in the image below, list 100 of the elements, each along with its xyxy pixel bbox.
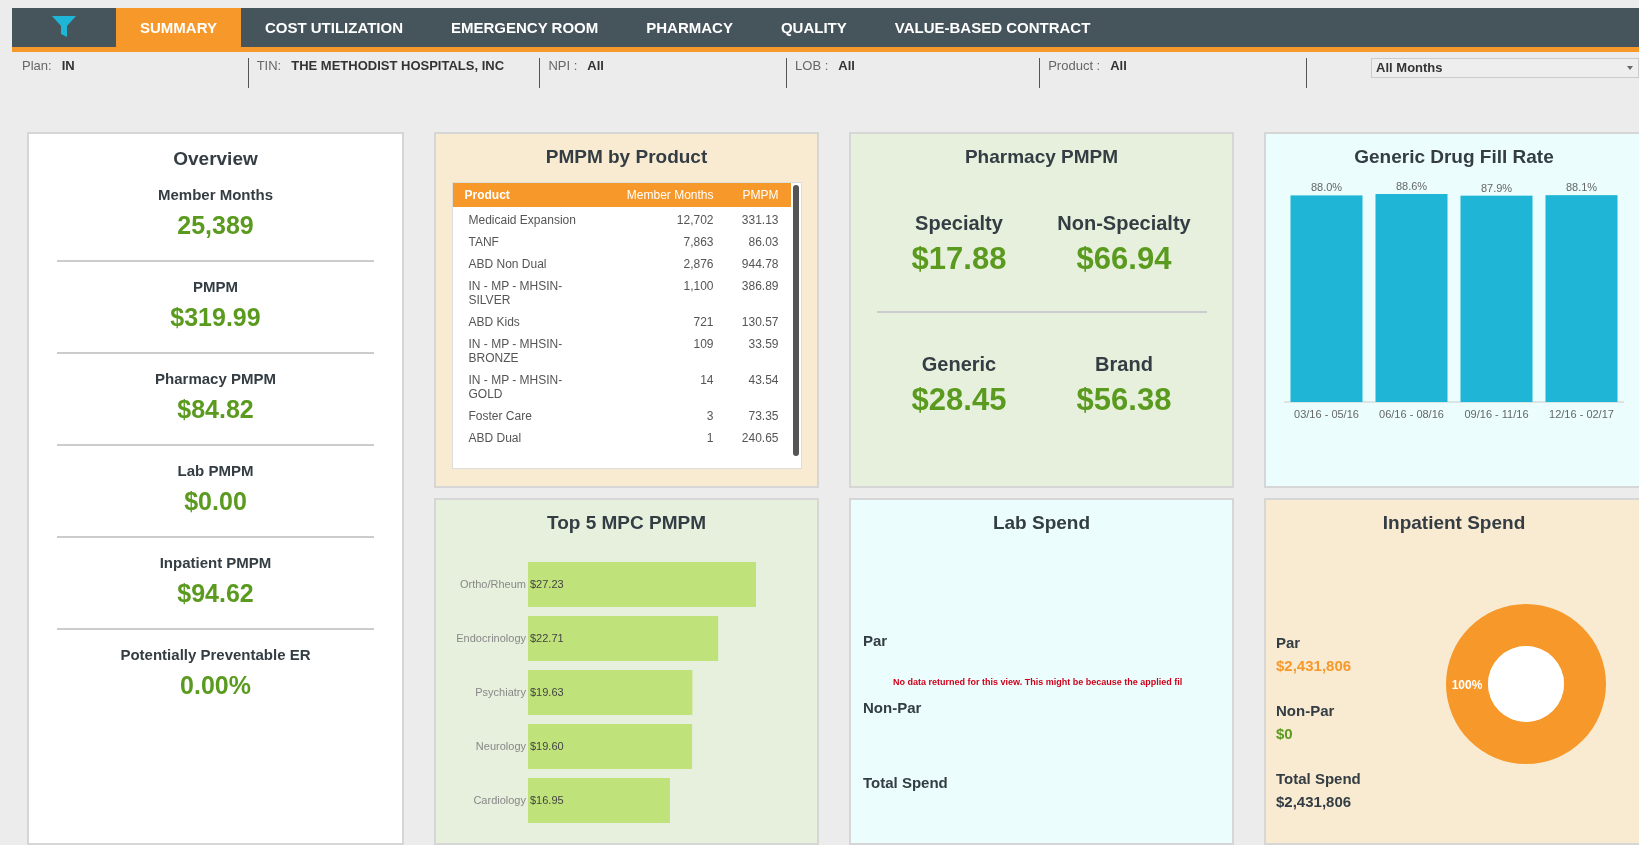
table-cell-text: 33.59 [747, 337, 780, 353]
axis-label: 06/16 - 08/16 [1379, 408, 1444, 420]
metric-label: PMPM [193, 278, 238, 295]
filter-value[interactable]: THE METHODIST HOSPITALS, INC [291, 57, 505, 88]
filter-label: NPI : [548, 57, 578, 75]
nav-tab[interactable]: QUALITY [756, 8, 871, 47]
filter-icon[interactable] [51, 15, 77, 40]
metric-label: Potentially Preventable ER [120, 646, 311, 663]
spend-value: $2,431,806 [1276, 657, 1353, 674]
metric-label: Generic [921, 353, 997, 376]
table-cell-text: ABD Non Dual [467, 257, 548, 271]
metric-label: Specialty [915, 212, 1003, 235]
filter-value[interactable]: All [587, 57, 604, 88]
spend-label: Non-Par [1276, 702, 1336, 719]
metric-label: Pharmacy PMPM [155, 370, 276, 387]
table-cell-text: ABD Kids [467, 315, 521, 329]
table-cell-text: 3 [705, 409, 715, 423]
filter-value[interactable]: IN [61, 57, 75, 88]
spend-value: $0 [1276, 725, 1294, 742]
metric-value: $319.99 [170, 303, 261, 332]
filter-value[interactable]: All [838, 57, 855, 88]
card-title: Lab Spend [992, 512, 1091, 534]
filter-label: Plan: [22, 57, 52, 75]
metric-value: $84.82 [177, 395, 254, 424]
months-dropdown[interactable]: All Months [1371, 57, 1639, 78]
filter-value[interactable]: All [1110, 57, 1127, 88]
category-label: Ortho/Rheum [459, 578, 526, 590]
metric-value: $28.45 [911, 382, 1007, 418]
metric-label: Non-Specialty [1057, 212, 1191, 235]
category-label: Neurology [475, 740, 526, 752]
nav-tab[interactable]: VALUE-BASED CONTRACT [870, 8, 1115, 47]
metric-label: Member Months [158, 186, 273, 203]
axis-label: 03/16 - 05/16 [1294, 408, 1359, 420]
table-cell-text: 2,876 [682, 257, 715, 271]
bar-value-label: $19.60 [530, 740, 564, 752]
table-cell-text: 109 [692, 337, 715, 353]
table-cell-text: TANF [467, 235, 500, 249]
filter-label: LOB : [795, 57, 829, 75]
card-title: Top 5 MPC PMPM [546, 512, 706, 534]
metric-label: Lab PMPM [177, 462, 254, 479]
metric-value: 0.00% [180, 671, 251, 700]
filter-label: TIN: [256, 57, 282, 75]
spend-label: Non-Par [863, 699, 923, 716]
nav-tab[interactable]: PHARMACY [622, 8, 757, 47]
axis-label: 09/16 - 11/16 [1464, 408, 1529, 420]
metric-value: $94.62 [177, 579, 254, 608]
table-cell-text: 43.54 [747, 373, 780, 389]
table-cell-text: IN - MP - MHSIN-SILVER [467, 279, 564, 307]
card-title: Inpatient Spend [1382, 512, 1526, 534]
bar-value-label: 88.1% [1565, 182, 1598, 194]
metric-value: $66.94 [1076, 241, 1172, 277]
bar-value-label: 87.9% [1480, 182, 1513, 194]
spend-label: Total Spend [863, 774, 949, 791]
category-label: Cardiology [473, 794, 526, 806]
table-cell-text: Foster Care [467, 409, 533, 423]
no-data-message: No data returned for this view. This might be because the applied fil [893, 677, 1184, 687]
spend-label: Total Spend [1276, 770, 1362, 787]
table-cell-text: 944.78 [740, 257, 780, 271]
table-cell-text: 7,863 [682, 235, 715, 249]
table-cell-text: 386.89 [740, 279, 780, 295]
bar-value-label: $22.71 [530, 632, 564, 644]
nav-tab[interactable]: EMERGENCY ROOM [427, 8, 623, 47]
card-title: Pharmacy PMPM [964, 146, 1119, 168]
metric-value: $17.88 [911, 241, 1007, 277]
table-cell-text: ABD Dual [467, 431, 523, 445]
nav-tab[interactable]: COST UTILIZATION [240, 8, 427, 47]
bar-value-label: $19.63 [530, 686, 564, 698]
bar-value-label: $27.23 [530, 578, 564, 590]
table-cell-text: 14 [699, 373, 715, 389]
table-cell-text: 86.03 [747, 235, 780, 249]
axis-label: 12/16 - 02/17 [1549, 408, 1614, 420]
slice-label: 100% [1451, 678, 1483, 692]
spend-label: Par [1276, 634, 1302, 651]
table-cell-text: 73.35 [747, 409, 780, 423]
table-cell-text: IN - MP - MHSIN-GOLD [467, 373, 564, 401]
scrollbar[interactable] [792, 185, 799, 456]
spend-label: Par [863, 632, 889, 649]
bar-value-label: 88.0% [1310, 182, 1343, 194]
table-cell-text: 721 [692, 315, 715, 329]
table-cell-text: Medicaid Expansion [467, 213, 577, 227]
table-cell-text: 240.65 [740, 431, 780, 445]
caret-icon [1626, 64, 1634, 71]
card-title: PMPM by Product [545, 146, 708, 168]
category-label: Endocrinology [456, 632, 526, 644]
table-cell-text: 1,100 [682, 279, 715, 295]
metric-value: $0.00 [184, 487, 247, 516]
bar-value-label: $16.95 [530, 794, 564, 806]
table-cell-text: 1 [705, 431, 715, 445]
table-cell-text: 331.13 [740, 213, 780, 227]
card-title: Generic Drug Fill Rate [1354, 146, 1554, 168]
bar-value-label: 88.6% [1395, 182, 1428, 192]
metric-label: Brand [1095, 353, 1153, 376]
metric-value: $56.38 [1076, 382, 1172, 418]
filter-label: Product : [1048, 57, 1101, 75]
spend-value: $2,431,806 [1276, 793, 1353, 810]
table-cell-text: 130.57 [740, 315, 780, 329]
category-label: Psychiatry [475, 686, 526, 698]
metric-value: 25,389 [177, 211, 254, 240]
table-cell-text: 12,702 [675, 213, 715, 227]
card-title: Overview [173, 148, 258, 170]
